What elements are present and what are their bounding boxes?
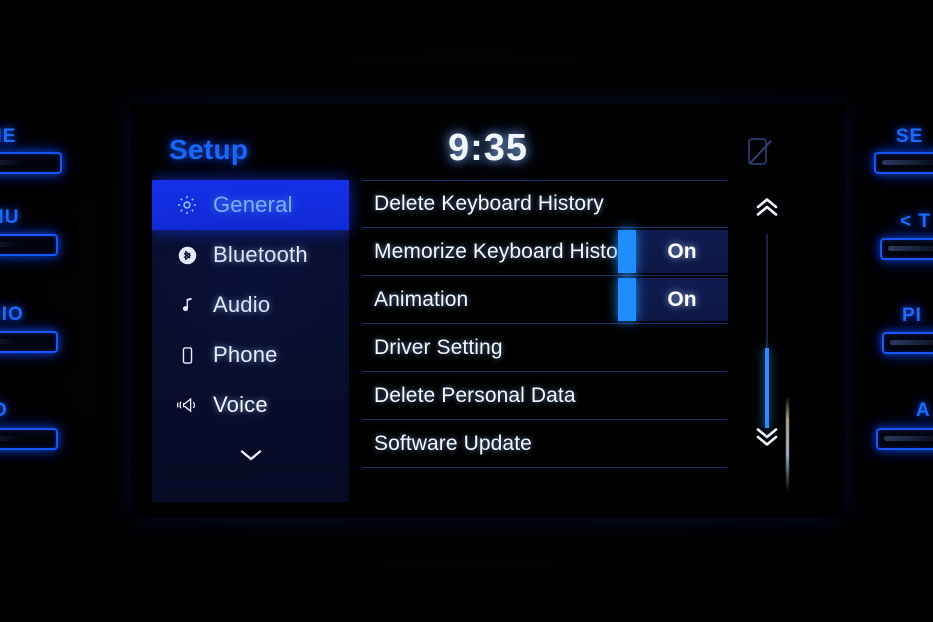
toggle-indicator xyxy=(618,230,636,273)
display-bezel: Setup 9:35 General Bluetooth Audio Phone… xyxy=(131,104,845,518)
bluetooth-icon xyxy=(175,243,199,267)
sidebar-item-phone[interactable]: Phone xyxy=(152,330,349,380)
hw-left-key-2[interactable] xyxy=(0,331,58,353)
hw-right-label-1: < T xyxy=(900,211,931,232)
toggle-switch[interactable]: On xyxy=(618,230,728,273)
hw-right-key-2[interactable] xyxy=(882,332,933,354)
phone-disconnected-icon xyxy=(748,138,767,165)
list-item[interactable]: Driver Setting xyxy=(362,324,728,372)
scrollbar-thumb[interactable] xyxy=(765,348,769,428)
list-item[interactable]: Delete Keyboard History xyxy=(362,180,728,228)
head-unit-photo: NE NU DIO O SE < T PI A Setup 9:35 xyxy=(0,0,933,622)
hw-right-key-1[interactable] xyxy=(880,238,933,260)
hw-left-key-0[interactable] xyxy=(0,152,62,174)
display-screen: Setup 9:35 General Bluetooth Audio Phone… xyxy=(152,118,824,506)
list-item-label: Delete Personal Data xyxy=(374,383,576,407)
voice-icon xyxy=(175,393,199,417)
hw-left-key-3[interactable] xyxy=(0,428,58,450)
double-chevron-down-icon xyxy=(753,424,781,455)
scroll-down-button[interactable] xyxy=(748,420,786,458)
sidebar-item-voice[interactable]: Voice xyxy=(152,380,349,430)
sidebar-item-bluetooth[interactable]: Bluetooth xyxy=(152,230,349,280)
settings-list: Delete Keyboard History Memorize Keyboar… xyxy=(362,180,728,468)
hw-right-label-0: SE xyxy=(896,126,924,147)
toggle-state-label: On xyxy=(667,287,697,311)
hw-right-key-3[interactable] xyxy=(876,428,933,450)
sidebar-item-audio[interactable]: Audio xyxy=(152,280,349,330)
sidebar-more-button[interactable] xyxy=(152,430,349,484)
sidebar-item-label: Voice xyxy=(213,392,268,417)
sidebar: General Bluetooth Audio Phone Voice xyxy=(152,180,349,502)
toggle-switch[interactable]: On xyxy=(618,278,728,321)
list-item-label: Animation xyxy=(374,287,469,311)
hw-left-key-1[interactable] xyxy=(0,234,58,256)
hw-left-label-3: O xyxy=(0,400,8,422)
hw-left-label-0: NE xyxy=(0,126,17,147)
double-chevron-up-icon xyxy=(753,194,781,225)
music-note-icon xyxy=(175,293,199,317)
sidebar-item-label: Audio xyxy=(213,292,271,317)
hw-right-key-0[interactable] xyxy=(874,152,933,174)
sidebar-item-general[interactable]: General xyxy=(152,180,349,230)
screen-header: Setup 9:35 xyxy=(152,118,824,180)
scroll-up-button[interactable] xyxy=(748,190,786,228)
list-item[interactable]: Software Update xyxy=(362,420,728,468)
list-item[interactable]: Animation On xyxy=(362,276,728,324)
list-item-label: Delete Keyboard History xyxy=(374,192,604,215)
toggle-indicator xyxy=(618,278,636,321)
list-item-label: Driver Setting xyxy=(374,335,503,359)
sidebar-item-label: Bluetooth xyxy=(213,242,308,267)
gear-icon xyxy=(175,193,199,217)
list-item-label: Software Update xyxy=(374,431,532,455)
sidebar-item-label: General xyxy=(213,192,293,217)
clock: 9:35 xyxy=(447,127,529,169)
hw-right-label-2: PI xyxy=(902,305,922,326)
list-item[interactable]: Delete Personal Data xyxy=(362,372,728,420)
hw-left-label-2: DIO xyxy=(0,304,24,325)
list-item[interactable]: Memorize Keyboard History On xyxy=(362,228,728,276)
hw-left-label-1: NU xyxy=(0,207,20,228)
chevron-down-icon xyxy=(236,446,266,469)
glass-reflection-artifact xyxy=(786,396,789,492)
phone-icon xyxy=(175,343,199,367)
toggle-state-label: On xyxy=(667,239,697,263)
list-item-label: Memorize Keyboard History xyxy=(374,239,636,263)
hw-right-label-3: A xyxy=(916,400,931,421)
sidebar-item-label: Phone xyxy=(213,342,278,367)
